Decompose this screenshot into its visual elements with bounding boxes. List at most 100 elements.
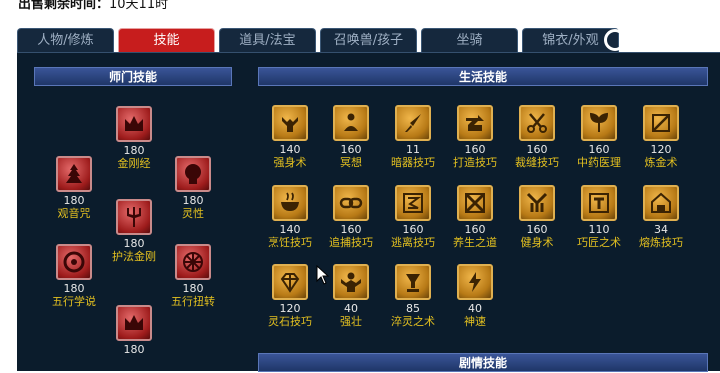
tab-items[interactable]: 道具/法宝: [219, 28, 316, 52]
skill-level: 85: [406, 302, 420, 315]
skill-level: 140: [279, 223, 301, 236]
mouse-cursor-icon: [316, 265, 330, 285]
life-skill: 160 逃离技巧: [385, 185, 441, 250]
life-skill: 160 追捕技巧: [323, 185, 379, 250]
skill-name: 裁缝技巧: [515, 156, 559, 169]
herb-icon[interactable]: [581, 105, 617, 141]
skill-level: 180: [63, 194, 85, 207]
circle-icon[interactable]: [56, 244, 92, 280]
school-skill: 180 观音咒: [46, 156, 102, 221]
skill-name: 护法金刚: [112, 250, 156, 263]
school-skill: 180: [106, 305, 162, 356]
life-skill: 160 裁缝技巧: [509, 105, 565, 170]
school-skills-header: 师门技能: [34, 67, 232, 86]
pagoda-icon[interactable]: [56, 156, 92, 192]
skill-level: 160: [464, 223, 486, 236]
dart-icon[interactable]: [395, 105, 431, 141]
skill-level: 120: [279, 302, 301, 315]
skill-level: 160: [526, 143, 548, 156]
crown-icon[interactable]: [116, 305, 152, 341]
speed-icon[interactable]: [457, 264, 493, 300]
tab-skills[interactable]: 技能: [118, 28, 215, 52]
skill-name: 养生之道: [453, 236, 497, 249]
skill-name: 健身术: [520, 236, 554, 249]
tab-character[interactable]: 人物/修炼: [17, 28, 114, 52]
health-icon[interactable]: [457, 185, 493, 221]
wheel-icon[interactable]: [175, 244, 211, 280]
cc-logo-icon: [604, 29, 626, 51]
skill-level: 120: [650, 143, 672, 156]
skill-level: 180: [123, 144, 145, 157]
life-skill: 120 炼金术: [633, 105, 689, 170]
skill-level: 180: [123, 343, 145, 356]
skill-level: 180: [182, 282, 204, 295]
skill-name: 灵石技巧: [268, 315, 312, 328]
life-skill: 160 中药医理: [571, 105, 627, 170]
skill-level: 40: [468, 302, 482, 315]
skill-name: 冥想: [340, 156, 362, 169]
strength-icon[interactable]: [272, 105, 308, 141]
life-skill: 140 烹饪技巧: [262, 185, 318, 250]
chain-icon[interactable]: [333, 185, 369, 221]
temper-icon[interactable]: [395, 264, 431, 300]
skill-name: 打造技巧: [453, 156, 497, 169]
head-icon[interactable]: [175, 156, 211, 192]
skill-level: 180: [63, 282, 85, 295]
skill-name: 追捕技巧: [329, 236, 373, 249]
tab-mounts[interactable]: 坐骑: [421, 28, 518, 52]
skill-level: 11: [406, 143, 420, 156]
skill-level: 160: [526, 223, 548, 236]
muscle-icon[interactable]: [333, 264, 369, 300]
life-skill: 160 健身术: [509, 185, 565, 250]
escape-icon[interactable]: [395, 185, 431, 221]
scissors-icon[interactable]: [519, 105, 555, 141]
school-skill: 180 灵性: [165, 156, 221, 221]
life-skill: 160 打造技巧: [447, 105, 503, 170]
skill-level: 160: [588, 143, 610, 156]
school-skill: 180 金刚经: [106, 106, 162, 171]
skill-name: 五行扭转: [171, 295, 215, 308]
trident-icon[interactable]: [116, 199, 152, 235]
skill-name: 淬灵之术: [391, 315, 435, 328]
story-skills-header: 剧情技能: [258, 353, 708, 372]
skill-level: 34: [654, 223, 668, 236]
cooking-icon[interactable]: [272, 185, 308, 221]
fitness-icon[interactable]: [519, 185, 555, 221]
skill-level: 160: [340, 143, 362, 156]
smelt-icon[interactable]: [643, 185, 679, 221]
skill-name: 强身术: [273, 156, 307, 169]
skill-level: 140: [279, 143, 301, 156]
skill-name: 熔炼技巧: [639, 236, 683, 249]
cc-logo-text: CC直播: [629, 31, 682, 50]
craft-icon[interactable]: [581, 185, 617, 221]
life-skill: 11 暗器技巧: [385, 105, 441, 170]
skill-name: 烹饪技巧: [268, 236, 312, 249]
skill-level: 180: [123, 237, 145, 250]
meditate-icon[interactable]: [333, 105, 369, 141]
skill-name: 神速: [464, 315, 486, 328]
life-skill: 160 冥想: [323, 105, 379, 170]
skills-panel: 师门技能 生活技能 剧情技能 180 金刚经 180 观音咒 180 灵性 18…: [17, 52, 720, 372]
sale-time-label: 出售剩余时间：: [18, 0, 110, 12]
life-skill: 40 神速: [447, 264, 503, 329]
alchemy-icon[interactable]: [643, 105, 679, 141]
crown-icon[interactable]: [116, 106, 152, 142]
forge-icon[interactable]: [457, 105, 493, 141]
skill-name: 暗器技巧: [391, 156, 435, 169]
skill-level: 160: [402, 223, 424, 236]
skill-name: 强壮: [340, 315, 362, 328]
skill-level: 160: [340, 223, 362, 236]
school-skill: 180 五行学说: [46, 244, 102, 309]
skill-name: 炼金术: [644, 156, 678, 169]
gem-icon[interactable]: [272, 264, 308, 300]
skill-name: 逃离技巧: [391, 236, 435, 249]
tab-pets[interactable]: 召唤兽/孩子: [320, 28, 417, 52]
skill-name: 金刚经: [117, 157, 151, 170]
skill-level: 110: [588, 223, 610, 236]
skill-name: 巧匠之术: [577, 236, 621, 249]
skill-name: 观音咒: [57, 207, 91, 220]
school-skill: 180 护法金刚: [106, 199, 162, 264]
skill-level: 40: [344, 302, 358, 315]
skill-name: 五行学说: [52, 295, 96, 308]
skill-level: 180: [182, 194, 204, 207]
